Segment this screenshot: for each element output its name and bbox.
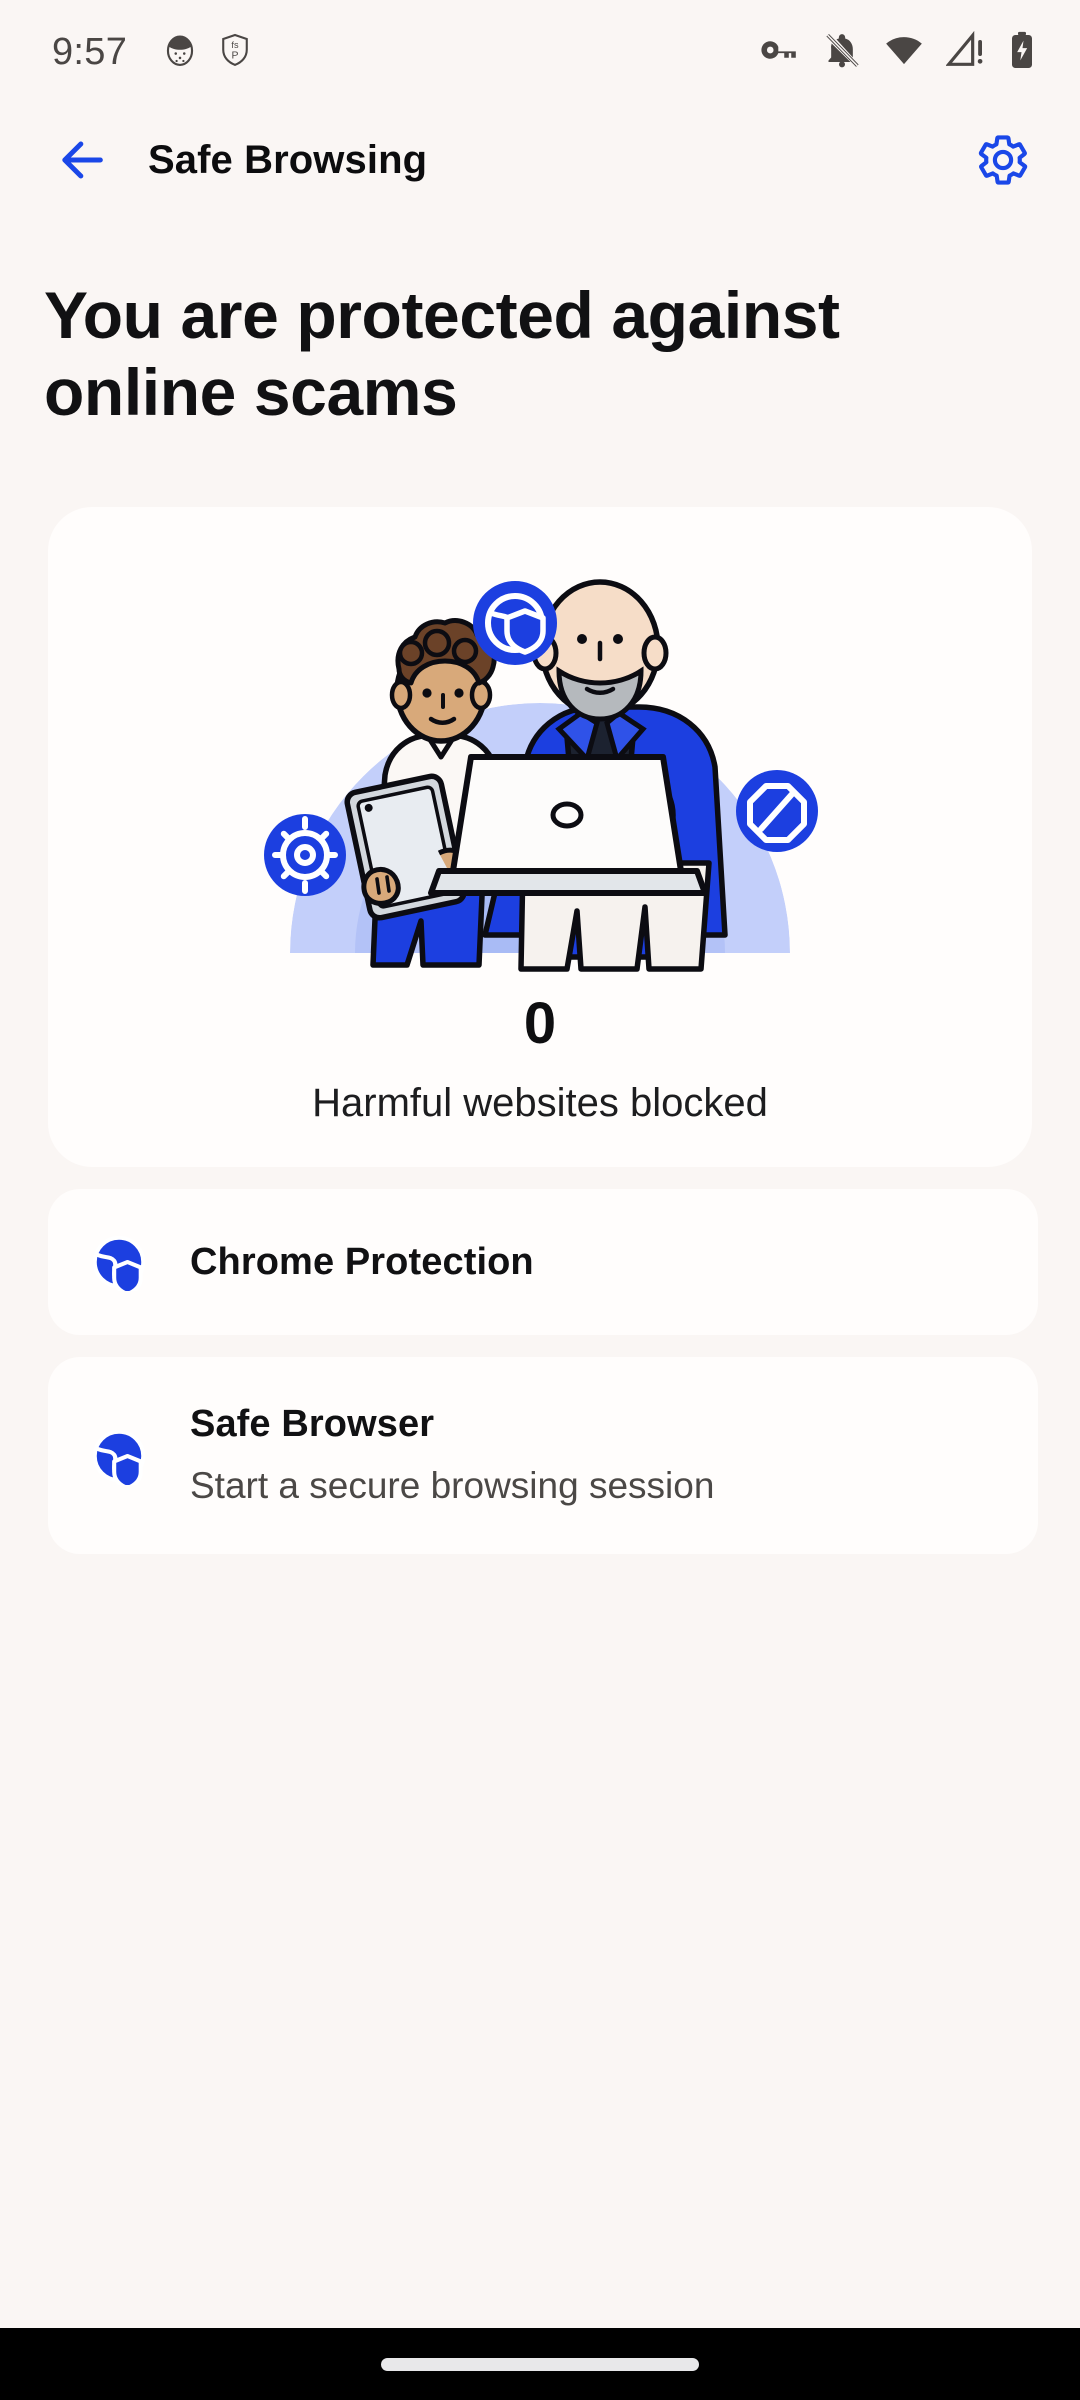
arrow-back-icon xyxy=(62,141,103,179)
status-bar: 9:57 fs P xyxy=(0,0,1080,105)
chrome-protection-row[interactable]: Chrome Protection xyxy=(48,1189,1038,1336)
status-bar-clock: 9:57 xyxy=(52,31,128,73)
back-button[interactable] xyxy=(50,127,116,193)
globe-shield-icon xyxy=(88,1425,150,1487)
row-title: Chrome Protection xyxy=(190,1240,534,1283)
cellular-signal-warning-icon xyxy=(945,30,986,75)
people-with-laptop-illustration xyxy=(225,543,855,973)
blocked-count: 0 xyxy=(523,991,557,1057)
face-notification-icon xyxy=(163,33,197,72)
headline: You are protected against online scams xyxy=(44,278,840,430)
content-filler xyxy=(0,1554,1080,2328)
vpn-key-icon xyxy=(758,29,800,76)
globe-shield-icon xyxy=(88,1231,150,1293)
row-title: Safe Browser xyxy=(190,1403,435,1446)
battery-charging-icon xyxy=(1008,30,1036,75)
notifications-muted-icon xyxy=(822,30,862,75)
system-navigation-bar xyxy=(0,2328,1080,2400)
safe-browser-text: Safe Browser Start a secure browsing ses… xyxy=(190,1403,714,1507)
page-title: Safe Browsing xyxy=(148,137,428,182)
chrome-protection-text: Chrome Protection xyxy=(190,1241,534,1285)
globe-shield-icon xyxy=(473,581,557,666)
wifi-icon xyxy=(884,30,924,75)
protection-summary-card: 0 Harmful websites blocked xyxy=(48,507,1032,1168)
settings-button[interactable] xyxy=(970,127,1036,193)
app-bar: Safe Browsing xyxy=(0,105,1080,215)
gear-icon xyxy=(978,135,1028,185)
block-octagon-icon xyxy=(736,770,818,853)
row-subtitle: Start a secure browsing session xyxy=(190,1465,715,1507)
gear-icon xyxy=(264,814,346,897)
status-bar-notification-icons: fs P xyxy=(163,33,251,72)
phone-screen: 9:57 fs P Safe Browsing You are protecte… xyxy=(0,0,1080,2400)
blocked-count-caption: Harmful websites blocked xyxy=(312,1081,768,1126)
status-bar-system-icons xyxy=(758,29,1036,76)
svg-text:P: P xyxy=(232,50,239,61)
svg-text:fs: fs xyxy=(232,40,240,50)
shield-fsp-icon: fs P xyxy=(219,33,251,72)
safe-browser-row[interactable]: Safe Browser Start a secure browsing ses… xyxy=(48,1357,1038,1554)
home-indicator-pill[interactable] xyxy=(381,2357,699,2371)
